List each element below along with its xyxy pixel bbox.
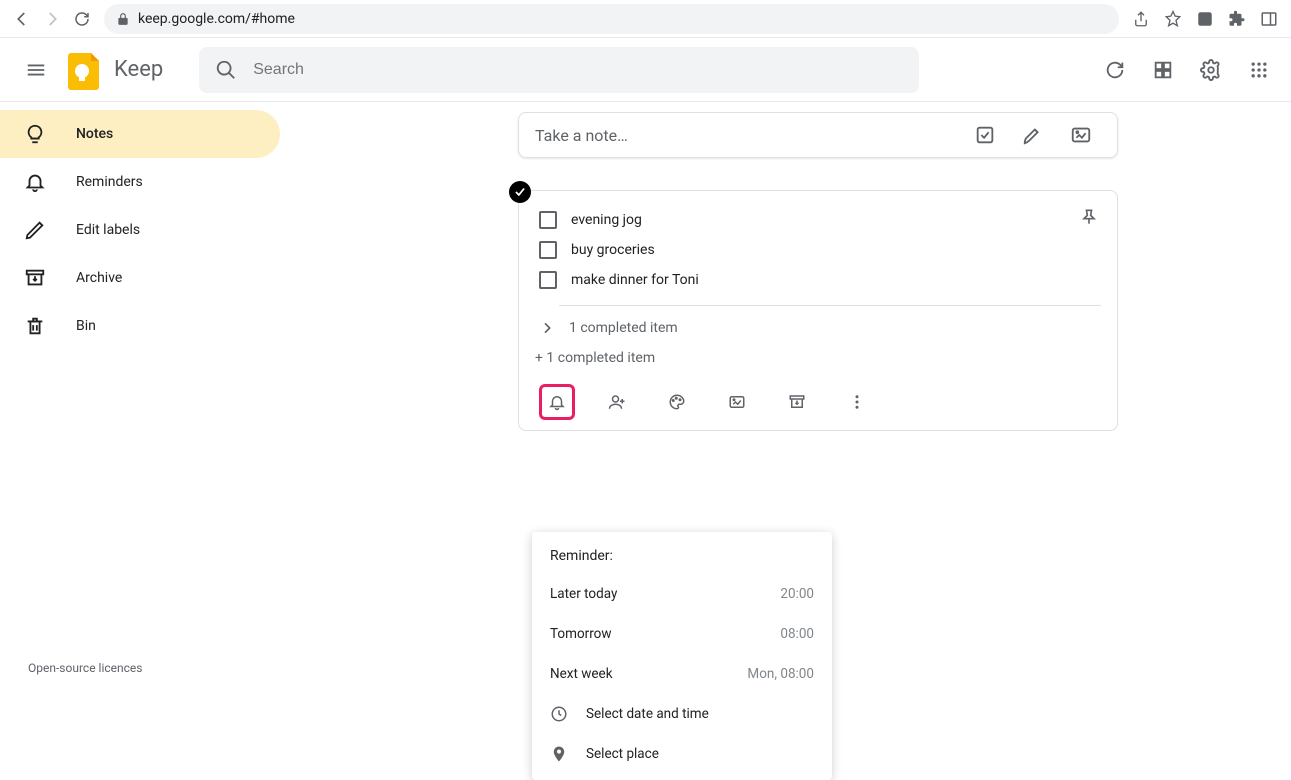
take-note-placeholder: Take a note…: [535, 126, 957, 145]
add-image-button[interactable]: [721, 386, 753, 418]
open-source-licences-link[interactable]: Open-source licences: [28, 661, 142, 675]
archive-icon: [24, 267, 48, 289]
trash-icon: [24, 315, 48, 337]
checkbox-icon[interactable]: [539, 271, 557, 289]
reminder-option-time: 20:00: [780, 586, 814, 602]
new-list-button[interactable]: [965, 115, 1005, 155]
note-toolbar: [535, 378, 1101, 426]
popup-title: Reminder:: [532, 548, 832, 574]
sidebar-item-archive[interactable]: Archive: [0, 254, 280, 302]
checklist-item[interactable]: evening jog: [535, 205, 1101, 235]
select-place-label: Select place: [586, 746, 659, 762]
completed-items-label: 1 completed item: [569, 320, 678, 336]
browser-url-bar[interactable]: keep.google.com/#home: [104, 4, 1119, 34]
search-icon: [215, 59, 237, 81]
pin-button[interactable]: [1073, 201, 1105, 233]
archive-button[interactable]: [781, 386, 813, 418]
checklist-item[interactable]: make dinner for Toni: [535, 265, 1101, 295]
select-note-check-icon[interactable]: [509, 181, 531, 203]
clock-icon: [550, 705, 568, 723]
reminder-option-label: Tomorrow: [550, 626, 612, 642]
reminder-option-time: Mon, 08:00: [747, 666, 814, 682]
account-square-icon[interactable]: [1191, 5, 1219, 33]
browser-back-button[interactable]: [8, 5, 36, 33]
pencil-icon: [24, 219, 48, 241]
sidebar: Notes Reminders Edit labels Archive Bin …: [0, 102, 280, 689]
main-content: Take a note… evening jog buy gr: [280, 102, 1291, 689]
search-input[interactable]: [253, 61, 903, 79]
checkbox-icon[interactable]: [539, 241, 557, 259]
sidebar-item-label: Notes: [76, 126, 113, 142]
completed-items-toggle[interactable]: 1 completed item: [535, 314, 1101, 342]
browser-forward-button[interactable]: [38, 5, 66, 33]
lock-icon: [116, 12, 130, 26]
keep-logo-icon: [68, 50, 102, 90]
reminder-option-label: Next week: [550, 666, 613, 682]
checklist-item-text: buy groceries: [571, 242, 655, 258]
reminder-option-label: Later today: [550, 586, 617, 602]
new-image-note-button[interactable]: [1061, 115, 1101, 155]
reminder-option-next-week[interactable]: Next week Mon, 08:00: [532, 654, 832, 694]
sub-completed-text: + 1 completed item: [535, 342, 1101, 378]
sidebar-item-label: Reminders: [76, 174, 143, 190]
select-date-time-label: Select date and time: [586, 706, 709, 722]
panel-icon[interactable]: [1255, 5, 1283, 33]
extensions-icon[interactable]: [1223, 5, 1251, 33]
reminder-popup: Reminder: Later today 20:00 Tomorrow 08:…: [532, 532, 832, 780]
sidebar-item-edit-labels[interactable]: Edit labels: [0, 206, 280, 254]
checklist-item-text: make dinner for Toni: [571, 272, 699, 288]
chevron-right-icon: [539, 320, 557, 336]
sidebar-item-label: Edit labels: [76, 222, 140, 238]
divider: [559, 305, 1101, 306]
select-date-time-option[interactable]: Select date and time: [532, 694, 832, 734]
sidebar-item-label: Bin: [76, 318, 96, 334]
take-a-note-input[interactable]: Take a note…: [518, 112, 1118, 158]
checklist-item-text: evening jog: [571, 212, 642, 228]
share-icon[interactable]: [1127, 5, 1155, 33]
remind-me-button[interactable]: [541, 386, 573, 418]
sidebar-item-bin[interactable]: Bin: [0, 302, 280, 350]
sidebar-item-label: Archive: [76, 270, 122, 286]
collaborator-button[interactable]: [601, 386, 633, 418]
reminder-option-later-today[interactable]: Later today 20:00: [532, 574, 832, 614]
settings-button[interactable]: [1191, 50, 1231, 90]
refresh-button[interactable]: [1095, 50, 1135, 90]
google-apps-button[interactable]: [1239, 50, 1279, 90]
browser-toolbar: keep.google.com/#home: [0, 0, 1291, 38]
more-options-button[interactable]: [841, 386, 873, 418]
new-drawing-button[interactable]: [1013, 115, 1053, 155]
reminder-option-time: 08:00: [780, 626, 814, 642]
app-header: Keep: [0, 38, 1291, 102]
checkbox-icon[interactable]: [539, 211, 557, 229]
browser-reload-button[interactable]: [68, 5, 96, 33]
bookmark-star-icon[interactable]: [1159, 5, 1187, 33]
select-place-option[interactable]: Select place: [532, 734, 832, 774]
reminder-option-tomorrow[interactable]: Tomorrow 08:00: [532, 614, 832, 654]
background-options-button[interactable]: [661, 386, 693, 418]
sidebar-item-reminders[interactable]: Reminders: [0, 158, 280, 206]
note-card[interactable]: evening jog buy groceries make dinner fo…: [518, 190, 1118, 431]
app-title: Keep: [114, 57, 163, 82]
main-menu-button[interactable]: [12, 46, 60, 94]
browser-url-text: keep.google.com/#home: [138, 11, 295, 27]
sidebar-item-notes[interactable]: Notes: [0, 110, 280, 158]
bell-icon: [24, 171, 48, 193]
lightbulb-icon: [24, 123, 48, 145]
checklist-item[interactable]: buy groceries: [535, 235, 1101, 265]
location-pin-icon: [550, 745, 568, 763]
search-box[interactable]: [199, 47, 919, 93]
list-view-button[interactable]: [1143, 50, 1183, 90]
